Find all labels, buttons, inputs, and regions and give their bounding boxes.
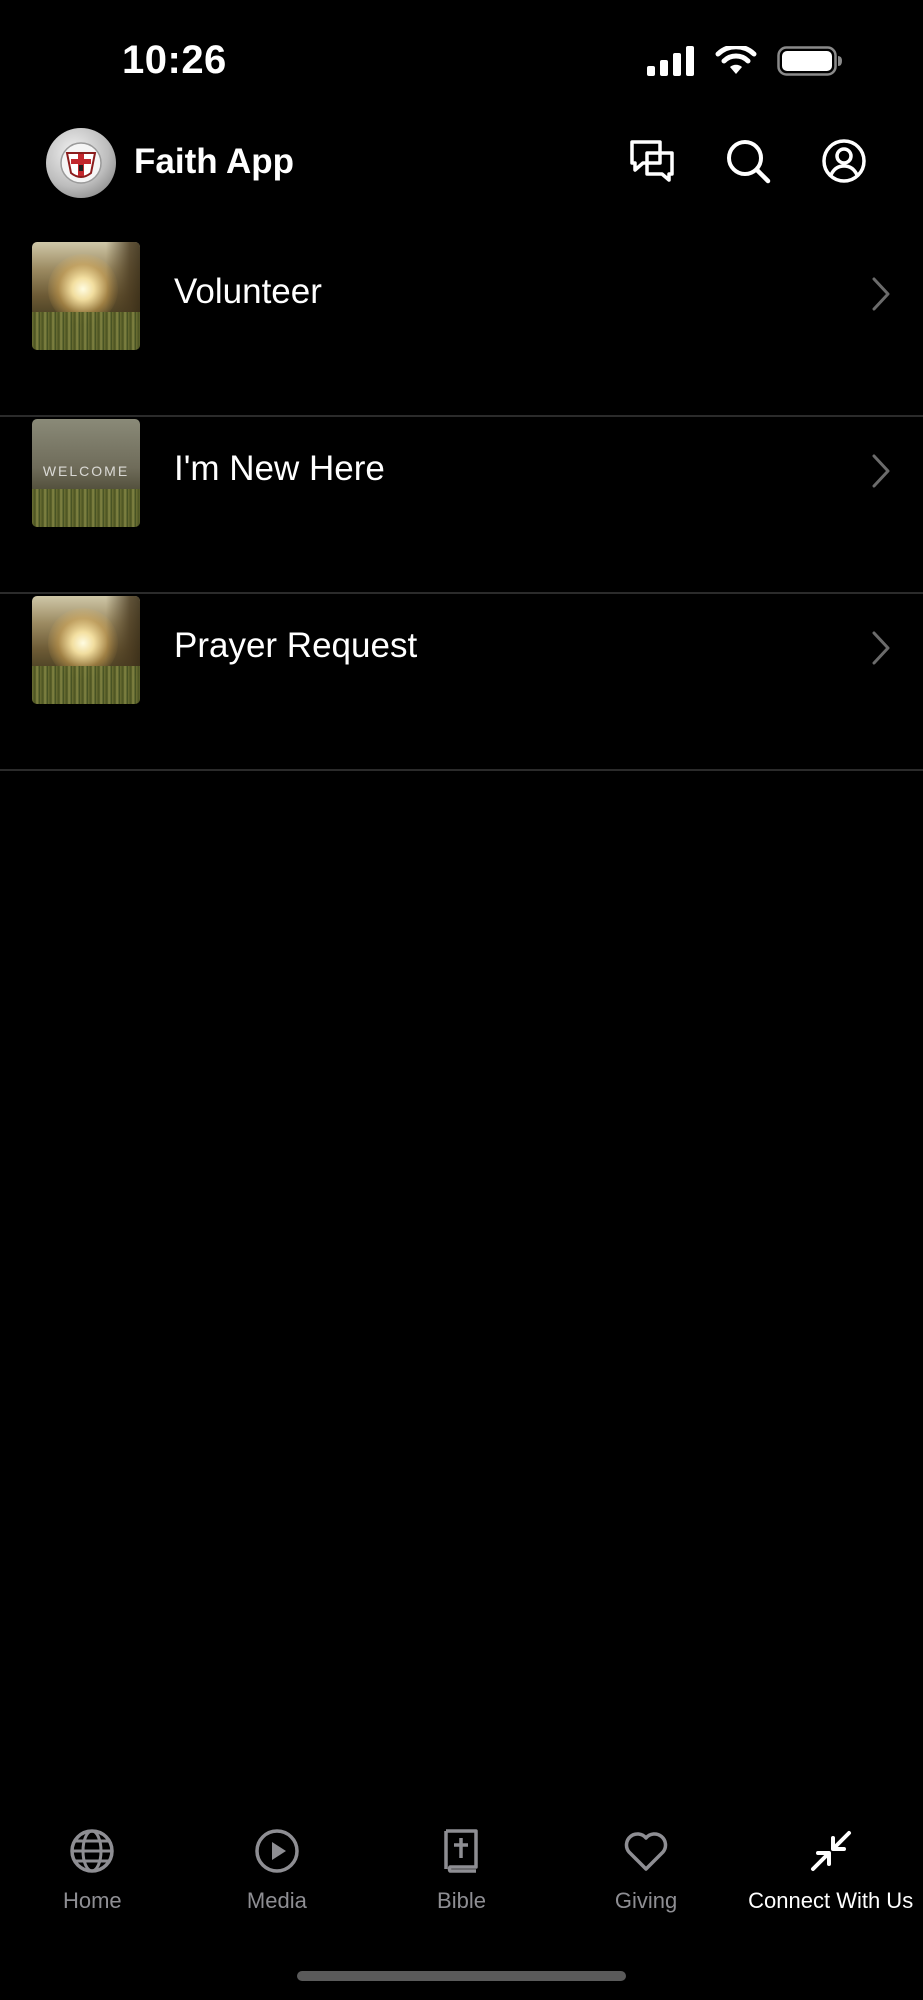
globe-icon bbox=[70, 1829, 115, 1873]
tab-media[interactable]: Media bbox=[185, 1820, 370, 1930]
tab-connect-with-us[interactable]: Connect With Us bbox=[738, 1820, 923, 1930]
wifi-icon bbox=[715, 46, 757, 74]
status-time: 10:26 bbox=[122, 38, 227, 82]
list-item-label: Volunteer bbox=[174, 272, 322, 311]
list-item-im-new-here[interactable]: WELCOME I'm New Here bbox=[0, 417, 923, 594]
app-title: Faith App bbox=[134, 142, 295, 181]
chevron-right-icon bbox=[872, 454, 890, 488]
search-button[interactable] bbox=[725, 138, 771, 184]
profile-button[interactable] bbox=[821, 138, 867, 184]
tab-label: Home bbox=[62, 1888, 122, 1913]
connect-list: Volunteer WELCOME I'm New Here Prayer Re… bbox=[0, 240, 923, 771]
messages-button[interactable] bbox=[629, 138, 675, 184]
status-icons bbox=[647, 46, 843, 76]
bottom-tab-bar: Home Media Bible Giving Connect With Us bbox=[0, 1820, 923, 1930]
bible-icon bbox=[444, 1829, 479, 1873]
tab-giving[interactable]: Giving bbox=[554, 1820, 739, 1930]
chevron-right-icon bbox=[872, 277, 890, 311]
list-item-volunteer[interactable]: Volunteer bbox=[0, 240, 923, 417]
play-icon bbox=[255, 1829, 299, 1873]
heart-icon bbox=[624, 1832, 668, 1871]
tab-label: Connect With Us bbox=[748, 1888, 914, 1913]
tab-label: Media bbox=[246, 1888, 307, 1913]
user-account-icon bbox=[822, 139, 866, 183]
tab-label: Giving bbox=[614, 1888, 678, 1913]
tab-bible[interactable]: Bible bbox=[369, 1820, 554, 1930]
chat-bubbles-icon bbox=[630, 140, 674, 182]
search-icon bbox=[727, 140, 771, 184]
tab-label: Bible bbox=[437, 1888, 486, 1913]
connect-icon bbox=[810, 1831, 851, 1871]
status-bar: 10:26 bbox=[0, 0, 923, 120]
cellular-signal-icon bbox=[647, 46, 694, 76]
thumbnail-text: WELCOME bbox=[42, 463, 130, 479]
list-item-prayer-request[interactable]: Prayer Request bbox=[0, 594, 923, 771]
list-item-label: I'm New Here bbox=[174, 449, 385, 488]
volunteer-thumbnail bbox=[32, 242, 140, 350]
prayer-request-thumbnail bbox=[32, 596, 140, 704]
app-logo bbox=[46, 128, 116, 198]
home-indicator bbox=[297, 1971, 626, 1981]
app-header: Faith App bbox=[0, 120, 923, 240]
header-actions bbox=[629, 138, 867, 184]
list-item-label: Prayer Request bbox=[174, 626, 418, 665]
chevron-right-icon bbox=[872, 631, 890, 665]
battery-icon bbox=[777, 46, 842, 76]
tab-home[interactable]: Home bbox=[0, 1820, 185, 1930]
welcome-thumbnail: WELCOME bbox=[32, 419, 140, 527]
